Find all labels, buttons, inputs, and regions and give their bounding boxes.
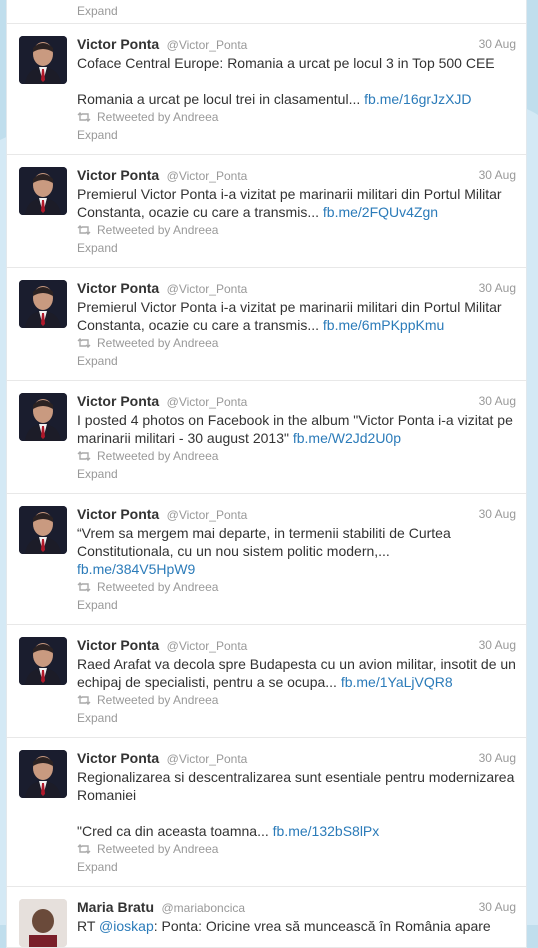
tweet-text: Regionalizarea si descentralizarea sunt … xyxy=(77,769,515,839)
author-handle[interactable]: @Victor_Ponta xyxy=(167,508,248,522)
previous-tweet: Expand xyxy=(7,0,526,24)
retweet-icon xyxy=(77,582,91,592)
tweet-timestamp[interactable]: 30 Aug xyxy=(479,748,516,768)
tweet-text: Raed Arafat va decola spre Budapesta cu … xyxy=(77,656,516,690)
tweet-timestamp[interactable]: 30 Aug xyxy=(479,635,516,655)
tweet-1[interactable]: Victor Ponta @Victor_Ponta 30 Aug Coface… xyxy=(7,24,526,155)
tweet-link[interactable]: fb.me/384V5HpW9 xyxy=(77,561,195,577)
expand-link[interactable]: Expand xyxy=(77,352,516,370)
author-handle[interactable]: @Victor_Ponta xyxy=(167,752,248,766)
avatar[interactable] xyxy=(19,393,67,441)
tweet-5[interactable]: Victor Ponta @Victor_Ponta 30 Aug “Vrem … xyxy=(7,494,526,625)
retweet-context[interactable]: Retweeted by Andreea xyxy=(77,840,516,858)
retweet-context[interactable]: Retweeted by Andreea xyxy=(77,447,516,465)
expand-link[interactable]: Expand xyxy=(77,596,516,614)
tweet-7[interactable]: Victor Ponta @Victor_Ponta 30 Aug Region… xyxy=(7,738,526,887)
retweet-icon xyxy=(77,695,91,705)
retweet-icon xyxy=(77,225,91,235)
tweet-header: Maria Bratu @mariaboncica xyxy=(77,897,516,917)
tweet-text: “Vrem sa mergem mai departe, in termenii… xyxy=(77,525,451,577)
avatar[interactable] xyxy=(19,899,67,947)
tweet-link[interactable]: fb.me/6mPKppKmu xyxy=(323,317,444,333)
tweet-header: Victor Ponta @Victor_Ponta xyxy=(77,165,516,185)
tweet-timestamp[interactable]: 30 Aug xyxy=(479,391,516,411)
mention-link[interactable]: @ioskap xyxy=(99,918,154,934)
tweet-text: Premierul Victor Ponta i-a vizitat pe ma… xyxy=(77,186,502,220)
author-name[interactable]: Victor Ponta xyxy=(77,280,159,296)
tweet-header: Victor Ponta @Victor_Ponta xyxy=(77,34,516,54)
retweet-icon xyxy=(77,112,91,122)
expand-link[interactable]: Expand xyxy=(77,709,516,727)
author-name[interactable]: Victor Ponta xyxy=(77,36,159,52)
tweet-timestamp[interactable]: 30 Aug xyxy=(479,278,516,298)
avatar[interactable] xyxy=(19,637,67,685)
tweet-6[interactable]: Victor Ponta @Victor_Ponta 30 Aug Raed A… xyxy=(7,625,526,738)
tweet-last[interactable]: Maria Bratu @mariaboncica 30 Aug RT @ios… xyxy=(7,887,526,948)
expand-link[interactable]: Expand xyxy=(77,2,118,20)
author-name[interactable]: Victor Ponta xyxy=(77,750,159,766)
expand-link[interactable]: Expand xyxy=(77,858,516,876)
tweet-header: Victor Ponta @Victor_Ponta xyxy=(77,504,516,524)
tweet-link[interactable]: fb.me/132bS8lPx xyxy=(273,823,380,839)
avatar[interactable] xyxy=(19,280,67,328)
expand-link[interactable]: Expand xyxy=(77,126,516,144)
avatar[interactable] xyxy=(19,167,67,215)
expand-link[interactable]: Expand xyxy=(77,465,516,483)
author-handle[interactable]: @Victor_Ponta xyxy=(167,639,248,653)
tweet-text: I posted 4 photos on Facebook in the alb… xyxy=(77,412,513,446)
author-name[interactable]: Victor Ponta xyxy=(77,637,159,653)
author-name[interactable]: Victor Ponta xyxy=(77,506,159,522)
tweet-header: Victor Ponta @Victor_Ponta xyxy=(77,635,516,655)
retweet-icon xyxy=(77,338,91,348)
author-handle[interactable]: @Victor_Ponta xyxy=(167,38,248,52)
avatar[interactable] xyxy=(19,36,67,84)
tweet-header: Victor Ponta @Victor_Ponta xyxy=(77,278,516,298)
tweet-link[interactable]: fb.me/16grJzXJD xyxy=(364,91,471,107)
tweet-text: Premierul Victor Ponta i-a vizitat pe ma… xyxy=(77,299,502,333)
author-name[interactable]: Victor Ponta xyxy=(77,393,159,409)
author-handle[interactable]: @Victor_Ponta xyxy=(167,395,248,409)
tweet-2[interactable]: Victor Ponta @Victor_Ponta 30 Aug Premie… xyxy=(7,155,526,268)
expand-link[interactable]: Expand xyxy=(77,239,516,257)
tweet-timestamp[interactable]: 30 Aug xyxy=(479,504,516,524)
tweet-timestamp[interactable]: 30 Aug xyxy=(479,34,516,54)
author-handle[interactable]: @Victor_Ponta xyxy=(167,282,248,296)
retweet-context[interactable]: Retweeted by Andreea xyxy=(77,691,516,709)
retweet-context[interactable]: Retweeted by Andreea xyxy=(77,108,516,126)
retweet-icon xyxy=(77,844,91,854)
retweet-context[interactable]: Retweeted by Andreea xyxy=(77,334,516,352)
tweet-4[interactable]: Victor Ponta @Victor_Ponta 30 Aug I post… xyxy=(7,381,526,494)
tweet-text: RT @ioskap: Ponta: Oricine vrea să munce… xyxy=(77,918,491,934)
author-name[interactable]: Victor Ponta xyxy=(77,167,159,183)
tweet-3[interactable]: Victor Ponta @Victor_Ponta 30 Aug Premie… xyxy=(7,268,526,381)
author-handle[interactable]: @Victor_Ponta xyxy=(167,169,248,183)
tweet-link[interactable]: fb.me/2FQUv4Zgn xyxy=(323,204,438,220)
tweet-header: Victor Ponta @Victor_Ponta xyxy=(77,748,516,768)
retweet-context[interactable]: Retweeted by Andreea xyxy=(77,578,516,596)
tweet-text: Coface Central Europe: Romania a urcat p… xyxy=(77,55,495,107)
retweet-icon xyxy=(77,451,91,461)
tweet-link[interactable]: fb.me/1YaLjVQR8 xyxy=(341,674,453,690)
tweet-stream: Expand Victor Ponta @Victor_Ponta 30 Aug… xyxy=(6,0,527,948)
author-handle[interactable]: @mariaboncica xyxy=(161,901,245,915)
tweet-header: Victor Ponta @Victor_Ponta xyxy=(77,391,516,411)
tweet-timestamp[interactable]: 30 Aug xyxy=(479,165,516,185)
tweet-link[interactable]: fb.me/W2Jd2U0p xyxy=(293,430,401,446)
tweet-timestamp[interactable]: 30 Aug xyxy=(479,897,516,917)
author-name[interactable]: Maria Bratu xyxy=(77,899,154,915)
avatar[interactable] xyxy=(19,506,67,554)
avatar[interactable] xyxy=(19,750,67,798)
retweet-context[interactable]: Retweeted by Andreea xyxy=(77,221,516,239)
